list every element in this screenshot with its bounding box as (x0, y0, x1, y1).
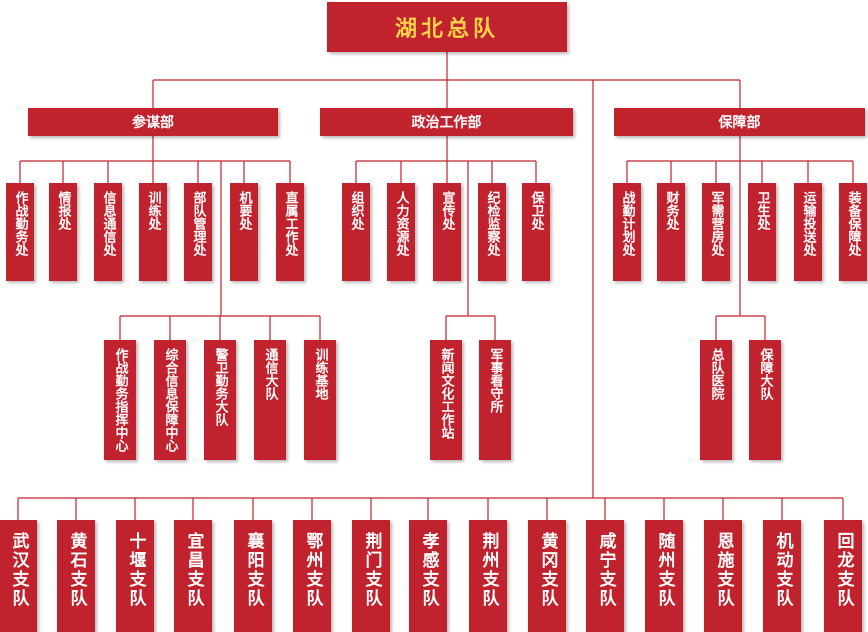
office-canmou-5: 机要处 (230, 183, 258, 281)
office-zhengzhi-0: 组织处 (342, 183, 370, 281)
office-zhengzhi-1: 人力资源处 (387, 183, 415, 281)
office-baozhang-0-label: 战勤计划处 (619, 191, 635, 256)
detachment-1: 黄石支队 (57, 520, 95, 632)
office-canmou-2: 信息通信处 (94, 183, 122, 281)
unit-zhengzhi-1: 军事看守所 (479, 340, 511, 460)
office-baozhang-4-label: 运输投送处 (800, 191, 816, 256)
dept-canmou-label: 参谋部 (132, 115, 174, 131)
org-chart: 湖北总队 参谋部作战勤务处 情报处 信息通信处 训练处 部队管理处 机要处 直属工作处作战勤… (0, 0, 868, 632)
office-canmou-4: 部队管理处 (184, 183, 212, 281)
detachment-2: 十堰支队 (116, 520, 154, 632)
office-canmou-5-label: 机要处 (236, 191, 252, 230)
unit-baozhang-0-label: 总队医院 (708, 348, 724, 400)
detachment-6: 荆门支队 (352, 520, 390, 632)
detachment-13-label: 机动支队 (772, 532, 793, 608)
detachment-0-label: 武汉支队 (8, 532, 29, 608)
office-baozhang-1: 财务处 (657, 183, 685, 281)
detachment-9-label: 黄冈支队 (537, 532, 558, 608)
detachment-2-label: 十堰支队 (125, 532, 146, 608)
office-canmou-0-label: 作战勤务处 (12, 191, 28, 256)
unit-canmou-1: 综合信息保障中心 (154, 340, 186, 460)
detachment-12-label: 恩施支队 (713, 532, 734, 608)
detachment-7-label: 孝感支队 (418, 532, 439, 608)
office-canmou-6: 直属工作处 (276, 183, 304, 281)
office-canmou-3: 训练处 (139, 183, 167, 281)
office-canmou-1: 情报处 (49, 183, 77, 281)
detachment-13: 机动支队 (763, 520, 801, 632)
office-zhengzhi-4: 保卫处 (522, 183, 550, 281)
unit-zhengzhi-0: 新闻文化工作站 (430, 340, 462, 460)
detachment-0: 武汉支队 (0, 520, 37, 632)
office-zhengzhi-3: 纪检监察处 (478, 183, 506, 281)
office-canmou-1-label: 情报处 (55, 191, 71, 230)
detachment-4-label: 襄阳支队 (243, 532, 264, 608)
office-baozhang-0: 战勤计划处 (613, 183, 641, 281)
office-baozhang-2-label: 军需营房处 (708, 191, 724, 256)
unit-canmou-4: 训练基地 (304, 340, 336, 460)
unit-canmou-0-label: 作战勤务指挥中心 (112, 348, 128, 452)
office-canmou-0: 作战勤务处 (6, 183, 34, 281)
office-baozhang-5-label: 装备保障处 (845, 191, 861, 256)
detachment-4: 襄阳支队 (234, 520, 272, 632)
office-canmou-6-label: 直属工作处 (282, 191, 298, 256)
detachment-14: 回龙支队 (824, 520, 862, 632)
office-zhengzhi-0-label: 组织处 (348, 191, 364, 230)
office-baozhang-3-label: 卫生处 (754, 191, 770, 230)
detachment-3: 宜昌支队 (174, 520, 212, 632)
dept-baozhang-label: 保障部 (718, 115, 761, 131)
unit-baozhang-1-label: 保障大队 (757, 348, 773, 400)
detachment-10: 咸宁支队 (586, 520, 624, 632)
detachment-8-label: 荆州支队 (478, 532, 499, 608)
detachment-10-label: 咸宁支队 (595, 532, 616, 608)
dept-canmou: 参谋部 (28, 108, 278, 136)
detachment-3-label: 宜昌支队 (183, 532, 204, 608)
office-baozhang-4: 运输投送处 (794, 183, 822, 281)
dept-zhengzhi-label: 政治工作部 (411, 115, 482, 131)
detachment-9: 黄冈支队 (528, 520, 566, 632)
detachment-6-label: 荆门支队 (361, 532, 382, 608)
dept-zhengzhi: 政治工作部 (320, 108, 573, 136)
office-canmou-2-label: 信息通信处 (100, 191, 116, 256)
office-baozhang-1-label: 财务处 (663, 191, 679, 230)
office-baozhang-5: 装备保障处 (839, 183, 867, 281)
office-zhengzhi-3-label: 纪检监察处 (484, 191, 500, 256)
detachment-5: 鄂州支队 (293, 520, 331, 632)
unit-baozhang-0: 总队医院 (700, 340, 732, 460)
unit-canmou-2-label: 警卫勤务大队 (212, 348, 228, 426)
unit-zhengzhi-0-label: 新闻文化工作站 (438, 348, 454, 439)
detachment-5-label: 鄂州支队 (302, 532, 323, 608)
detachment-1-label: 黄石支队 (66, 532, 87, 608)
office-baozhang-3: 卫生处 (748, 183, 776, 281)
office-baozhang-2: 军需营房处 (702, 183, 730, 281)
office-zhengzhi-2-label: 宣传处 (439, 191, 455, 230)
office-zhengzhi-2: 宣传处 (433, 183, 461, 281)
office-canmou-4-label: 部队管理处 (190, 191, 206, 256)
unit-canmou-2: 警卫勤务大队 (204, 340, 236, 460)
unit-canmou-3: 通信大队 (254, 340, 286, 460)
unit-canmou-1-label: 综合信息保障中心 (162, 348, 178, 452)
detachment-11-label: 随州支队 (654, 532, 675, 608)
unit-canmou-0: 作战勤务指挥中心 (104, 340, 136, 460)
detachment-7: 孝感支队 (409, 520, 447, 632)
root-label: 湖北总队 (394, 16, 499, 42)
detachment-11: 随州支队 (645, 520, 683, 632)
unit-baozhang-1: 保障大队 (749, 340, 781, 460)
office-zhengzhi-1-label: 人力资源处 (393, 191, 409, 256)
root-node: 湖北总队 (327, 2, 567, 52)
unit-canmou-3-label: 通信大队 (262, 348, 278, 400)
office-canmou-3-label: 训练处 (145, 191, 161, 230)
dept-baozhang: 保障部 (614, 108, 865, 136)
unit-zhengzhi-1-label: 军事看守所 (487, 348, 503, 413)
detachment-8: 荆州支队 (469, 520, 507, 632)
office-zhengzhi-4-label: 保卫处 (528, 191, 544, 230)
unit-canmou-4-label: 训练基地 (312, 348, 328, 400)
detachment-12: 恩施支队 (704, 520, 742, 632)
detachment-14-label: 回龙支队 (833, 532, 854, 608)
